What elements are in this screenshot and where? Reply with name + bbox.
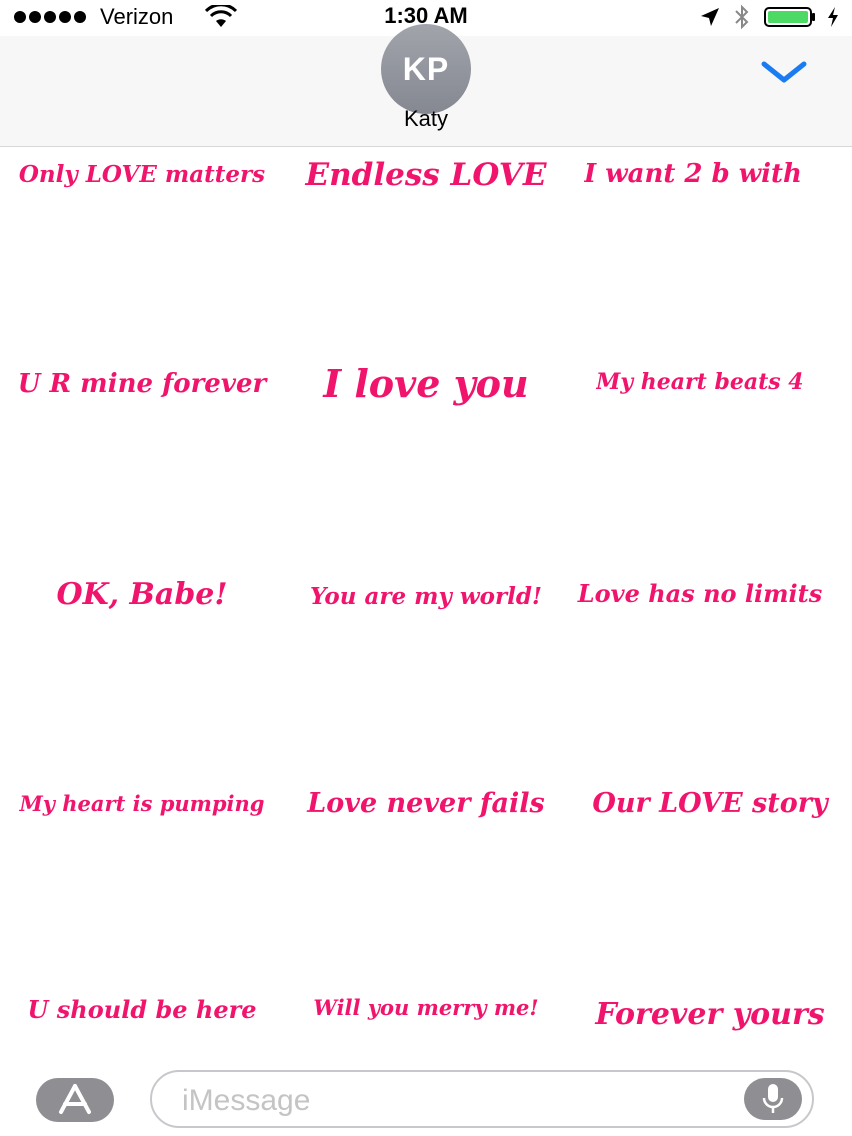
location-arrow-icon bbox=[701, 8, 719, 26]
sticker-u-should-be-here[interactable]: U should be here bbox=[0, 995, 284, 1024]
chevron-down-icon[interactable] bbox=[760, 58, 808, 88]
sticker-i-want-2-b-with-u[interactable]: I want 2 b with u bbox=[584, 159, 810, 189]
sticker-our-love-story[interactable]: Our LOVE story bbox=[568, 788, 852, 819]
app-store-button[interactable] bbox=[36, 1078, 114, 1122]
sticker-will-you-merry-me[interactable]: Will you merry me! bbox=[284, 995, 568, 1020]
microphone-button[interactable] bbox=[744, 1078, 802, 1120]
battery-icon bbox=[764, 7, 815, 27]
sticker-you-are-my-world[interactable]: You are my world! bbox=[284, 583, 568, 610]
sticker-forever-yours[interactable]: Forever yours bbox=[568, 997, 852, 1032]
bluetooth-icon bbox=[735, 4, 749, 30]
app-store-icon bbox=[59, 1084, 91, 1114]
sticker-love-never-fails[interactable]: Love never fails bbox=[284, 788, 568, 819]
sticker-u-r-mine-forever[interactable]: U R mine forever bbox=[0, 369, 284, 399]
contact-name[interactable]: Katy bbox=[0, 106, 852, 132]
sticker-my-heart-is-pumping[interactable]: My heart is pumping bbox=[0, 791, 284, 816]
sticker-grid: Only LOVE matters Endless LOVE I want 2 … bbox=[0, 147, 852, 1057]
avatar-initials: KP bbox=[381, 24, 471, 114]
microphone-icon bbox=[762, 1084, 784, 1113]
imessage-input[interactable]: iMessage bbox=[150, 1070, 814, 1128]
charging-bolt-icon bbox=[828, 7, 838, 27]
sticker-love-has-no-limits[interactable]: Love has no limits bbox=[568, 579, 832, 608]
message-input-bar: iMessage bbox=[0, 1058, 852, 1136]
conversation-header: KP Katy bbox=[0, 24, 852, 147]
imessage-placeholder: iMessage bbox=[182, 1084, 311, 1117]
sticker-i-love-you[interactable]: I love you bbox=[284, 361, 568, 406]
sticker-ok-babe[interactable]: OK, Babe! bbox=[0, 577, 284, 612]
contact-avatar[interactable]: KP bbox=[381, 24, 471, 114]
sticker-only-love-matters[interactable]: Only LOVE matters bbox=[0, 161, 284, 188]
sticker-my-heart-beats-4-u[interactable]: My heart beats 4 u bbox=[596, 369, 810, 395]
sticker-endless-love[interactable]: Endless LOVE bbox=[284, 157, 568, 193]
